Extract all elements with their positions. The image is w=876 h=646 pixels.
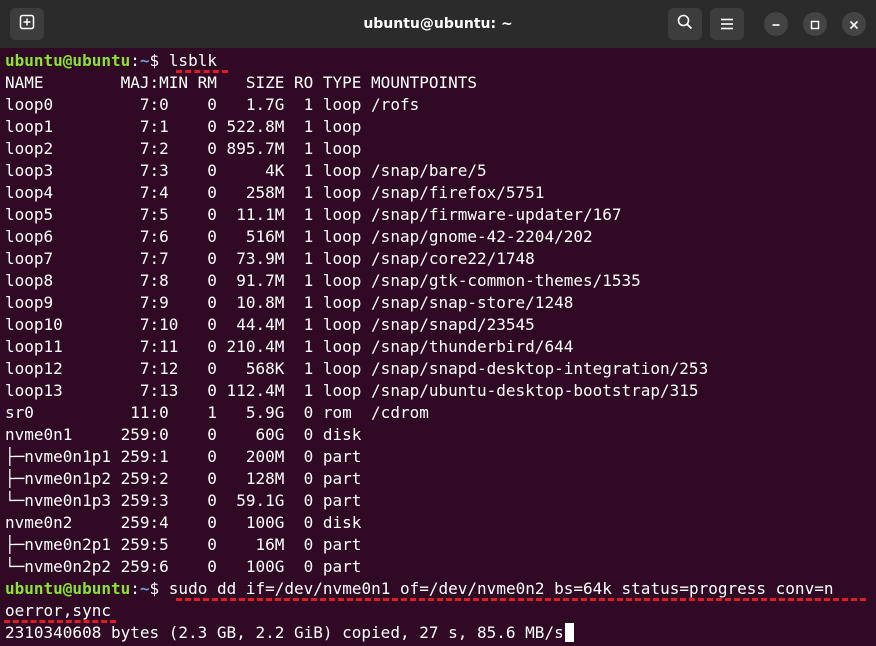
lsblk-row: sr0 11:0 1 5.9G 0 rom /cdrom: [5, 403, 429, 422]
terminal-output[interactable]: ubuntu@ubuntu:~$ lsblk NAME MAJ:MIN RM S…: [0, 50, 876, 646]
close-button[interactable]: [842, 12, 866, 36]
lsblk-row: loop4 7:4 0 258M 1 loop /snap/firefox/57…: [5, 183, 545, 202]
lsblk-row: loop8 7:8 0 91.7M 1 loop /snap/gtk-commo…: [5, 271, 641, 290]
minimize-button[interactable]: [764, 12, 788, 36]
prompt-path: ~: [139, 51, 150, 70]
minimize-icon: [771, 15, 781, 34]
annotation-underline-lsblk: [176, 70, 228, 73]
lsblk-row: ├─nvme0n1p2 259:2 0 128M 0 part: [5, 469, 362, 488]
lsblk-row: loop1 7:1 0 522.8M 1 loop: [5, 117, 362, 136]
prompt-line-lsblk: ubuntu@ubuntu:~$ lsblk: [5, 50, 217, 72]
maximize-button[interactable]: [803, 12, 827, 36]
lsblk-row: loop6 7:6 0 516M 1 loop /snap/gnome-42-2…: [5, 227, 593, 246]
maximize-icon: [810, 15, 820, 34]
lsblk-row: ├─nvme0n1p1 259:1 0 200M 0 part: [5, 447, 362, 466]
command-lsblk: lsblk: [168, 51, 217, 70]
lsblk-row: loop12 7:12 0 568K 1 loop /snap/snapd-de…: [5, 359, 709, 378]
prompt-symbol: $: [149, 579, 160, 598]
prompt-separator: :: [130, 51, 140, 70]
search-button[interactable]: [668, 8, 702, 40]
lsblk-row: nvme0n1 259:0 0 60G 0 disk: [5, 425, 362, 444]
close-icon: [849, 15, 859, 34]
lsblk-row: loop13 7:13 0 112.4M 1 loop /snap/ubuntu…: [5, 381, 699, 400]
terminal-cursor: [564, 623, 574, 642]
search-icon: [677, 14, 693, 34]
lsblk-row: loop9 7:9 0 10.8M 1 loop /snap/snap-stor…: [5, 293, 574, 312]
annotation-underline-dd-continuation: [4, 620, 116, 623]
prompt-separator: :: [130, 579, 140, 598]
lsblk-row: └─nvme0n2p2 259:6 0 100G 0 part: [5, 557, 362, 576]
lsblk-row: loop0 7:0 0 1.7G 1 loop /rofs: [5, 95, 420, 114]
window-title: ubuntu@ubuntu: ~: [363, 16, 513, 32]
lsblk-row: nvme0n2 259:4 0 100G 0 disk: [5, 513, 362, 532]
command-dd: sudo dd if=/dev/nvme0n1 of=/dev/nvme0n2 …: [168, 579, 834, 598]
menu-button[interactable]: [710, 8, 744, 40]
prompt-line-dd: ubuntu@ubuntu:~$ sudo dd if=/dev/nvme0n1…: [5, 578, 833, 600]
prompt-symbol: $: [149, 51, 160, 70]
lsblk-row: ├─nvme0n2p1 259:5 0 16M 0 part: [5, 535, 362, 554]
prompt-user-host: ubuntu@ubuntu: [5, 579, 131, 598]
annotation-underline-dd: [176, 598, 866, 601]
prompt-user-host: ubuntu@ubuntu: [5, 51, 131, 70]
hamburger-menu-icon: [720, 15, 734, 34]
lsblk-row: loop3 7:3 0 4K 1 loop /snap/bare/5: [5, 161, 487, 180]
lsblk-header-row: NAME MAJ:MIN RM SIZE RO TYPE MOUNTPOINTS: [5, 73, 478, 92]
lsblk-row: loop5 7:5 0 11.1M 1 loop /snap/firmware-…: [5, 205, 622, 224]
dd-progress-line: 2310340608 bytes (2.3 GB, 2.2 GiB) copie…: [5, 622, 574, 644]
terminal-window: ubuntu@ubuntu: ~ ubuntu@ubuntu:~$ lsblk …: [0, 0, 876, 646]
lsblk-row: loop10 7:10 0 44.4M 1 loop /snap/snapd/2…: [5, 315, 535, 334]
lsblk-row: loop11 7:11 0 210.4M 1 loop /snap/thunde…: [5, 337, 574, 356]
prompt-path: ~: [139, 579, 150, 598]
lsblk-row: loop7 7:7 0 73.9M 1 loop /snap/core22/17…: [5, 249, 535, 268]
dd-progress-text: 2310340608 bytes (2.3 GB, 2.2 GiB) copie…: [5, 623, 564, 642]
title-bar: ubuntu@ubuntu: ~: [0, 0, 876, 48]
lsblk-row: └─nvme0n1p3 259:3 0 59.1G 0 part: [5, 491, 362, 510]
command-dd-continuation: oerror,sync: [5, 601, 111, 620]
lsblk-row: loop2 7:2 0 895.7M 1 loop: [5, 139, 362, 158]
